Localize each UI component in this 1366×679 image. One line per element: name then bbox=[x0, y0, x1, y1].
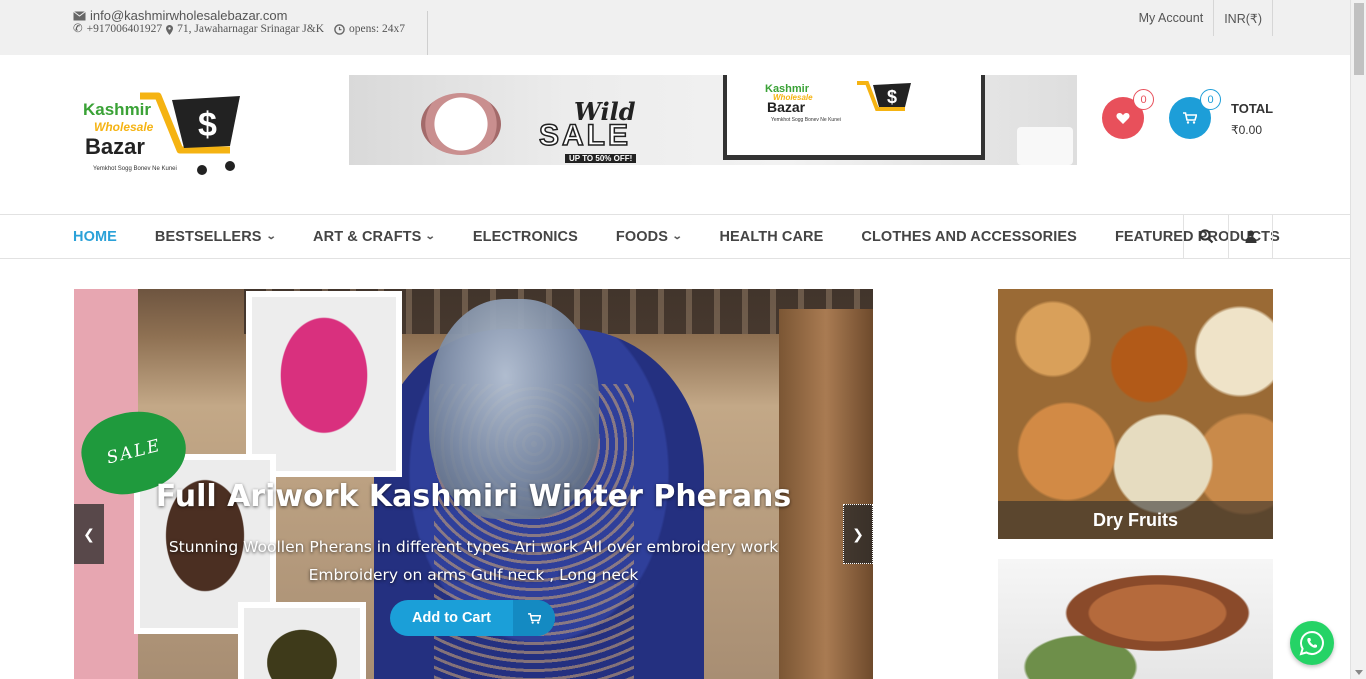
address-text: 71, Jawaharnagar Srinagar J&K bbox=[177, 23, 325, 35]
alarm-clock-image bbox=[421, 93, 501, 155]
cart-total-amount: ₹0.00 bbox=[1231, 123, 1262, 137]
nav-item-label: HEALTH CARE bbox=[719, 228, 824, 245]
nav-item-clothes-accessories[interactable]: CLOTHES AND ACCESSORIES bbox=[861, 229, 1077, 245]
whatsapp-icon bbox=[1299, 630, 1324, 656]
email-text[interactable]: info@kashmirwholesalebazar.com bbox=[90, 9, 287, 22]
nav-item-label: CLOTHES AND ACCESSORIES bbox=[861, 228, 1077, 245]
cart-count-badge: 0 bbox=[1200, 89, 1221, 110]
banner-headline2: SALE bbox=[538, 118, 632, 153]
shopping-cart-icon bbox=[1183, 112, 1197, 124]
search-icon bbox=[1198, 229, 1213, 244]
svg-text:$: $ bbox=[887, 87, 897, 107]
logo-tagline: Yemkhot Sogg Bonev Ne Kunei bbox=[93, 166, 177, 172]
wishlist-count-badge: 0 bbox=[1133, 89, 1154, 110]
phone-icon: ✆ bbox=[73, 23, 83, 35]
product-photo-pink-pheran bbox=[246, 291, 402, 477]
cart-total-label: TOTAL bbox=[1231, 101, 1274, 116]
nav-item-electronics[interactable]: ELECTRONICS bbox=[473, 229, 578, 245]
nav-item-label: BESTSELLERS bbox=[154, 228, 262, 245]
nav-item-label: FOODS bbox=[615, 228, 668, 245]
user-icon bbox=[1245, 230, 1256, 243]
banner-logo-tagline: Yemkhot Sogg Bonev Ne Kunei bbox=[771, 117, 841, 123]
nav-item-foods[interactable]: FOODS ⌄ bbox=[615, 228, 683, 245]
category-tile-copperware[interactable] bbox=[998, 559, 1273, 679]
hours-text: opens: 24x7 bbox=[349, 23, 405, 35]
cup-image bbox=[1017, 127, 1073, 165]
shopping-cart-icon bbox=[527, 612, 541, 624]
promo-banner[interactable]: Wild SALE UP TO 50% OFF! Kashmir Wholesa… bbox=[349, 75, 1077, 165]
slider-next-button[interactable]: ❯ bbox=[843, 504, 873, 564]
category-tile-label: Dry Fruits bbox=[998, 501, 1273, 539]
nav-item-health-care[interactable]: HEALTH CARE bbox=[719, 229, 823, 245]
scrollbar-thumb[interactable] bbox=[1354, 3, 1364, 75]
cart-icon-segment bbox=[513, 600, 555, 636]
slide-title: Full Ariwork Kashmiri Winter Pherans bbox=[155, 479, 792, 514]
clock-icon bbox=[334, 24, 345, 35]
topbar-divider bbox=[427, 11, 428, 55]
sale-badge-text: SALE bbox=[104, 435, 164, 469]
logo-line2: Wholesale bbox=[94, 120, 154, 134]
add-to-cart-label: Add to Cart bbox=[412, 610, 491, 626]
product-photo-olive-pheran bbox=[238, 602, 366, 679]
contact-row: ✆ +917006401927 71, Jawaharnagar Srinaga… bbox=[73, 23, 405, 36]
heart-icon bbox=[1116, 112, 1130, 124]
main-nav: HOME BESTSELLERS ⌄ ART & CRAFTS ⌄ ELECTRON… bbox=[0, 214, 1350, 259]
cart-button[interactable]: 0 bbox=[1169, 89, 1221, 139]
logo-line1: Kashmir bbox=[83, 100, 152, 119]
banner-logo-cart-icon: $ bbox=[857, 81, 911, 111]
search-button[interactable] bbox=[1183, 215, 1228, 258]
chevron-down-icon: ⌄ bbox=[671, 231, 683, 242]
category-tile-dry-fruits[interactable]: Dry Fruits bbox=[998, 289, 1273, 539]
chevron-right-icon: ❯ bbox=[852, 525, 864, 542]
contact-info: info@kashmirwholesalebazar.com ✆ +917006… bbox=[73, 9, 405, 36]
nav-item-label: ELECTRONICS bbox=[472, 228, 578, 245]
chevron-left-icon: ❮ bbox=[83, 525, 95, 542]
slide-subtitle: Stunning Woollen Pherans in different ty… bbox=[74, 533, 873, 589]
chevron-down-icon: ⌄ bbox=[265, 231, 277, 242]
nav-item-label: HOME bbox=[73, 228, 117, 245]
hero-slider[interactable]: SALE Full Ariwork Kashmiri Winter Pheran… bbox=[74, 289, 873, 679]
envelope-icon bbox=[73, 10, 86, 20]
logo-line3: Bazar bbox=[85, 134, 145, 159]
slide-subtitle-line1: Stunning Woollen Pherans in different ty… bbox=[168, 538, 779, 556]
phone-text[interactable]: +917006401927 bbox=[87, 23, 163, 36]
nav-items: HOME BESTSELLERS ⌄ ART & CRAFTS ⌄ ELECTRON… bbox=[73, 215, 1318, 258]
slide-subtitle-line2: Embroidery on arms Gulf neck , Long neck bbox=[308, 566, 639, 584]
nav-item-bestsellers[interactable]: BESTSELLERS ⌄ bbox=[154, 228, 277, 245]
whatsapp-chat-button[interactable] bbox=[1290, 621, 1334, 665]
currency-selector[interactable]: INR(₹) bbox=[1213, 0, 1273, 36]
wishlist-button[interactable]: 0 bbox=[1102, 89, 1154, 139]
topbar-links: My Account INR(₹) bbox=[1129, 0, 1273, 36]
nav-item-art-crafts[interactable]: ART & CRAFTS ⌄ bbox=[313, 228, 437, 245]
svg-text:$: $ bbox=[198, 106, 217, 144]
site-logo[interactable]: $ Kashmir Wholesale Bazar Yemkhot Sogg B… bbox=[80, 90, 245, 178]
nav-item-home[interactable]: HOME bbox=[73, 229, 117, 245]
email-row: info@kashmirwholesalebazar.com bbox=[73, 9, 405, 22]
map-marker-icon bbox=[166, 24, 174, 35]
vertical-scrollbar[interactable] bbox=[1350, 0, 1366, 679]
nav-item-label: ART & CRAFTS bbox=[313, 228, 422, 245]
laptop-image: Kashmir Wholesale Bazar Yemkhot Sogg Bon… bbox=[723, 75, 985, 160]
slider-prev-button[interactable]: ❮ bbox=[74, 504, 104, 564]
chevron-down-icon: ⌄ bbox=[425, 231, 437, 242]
add-to-cart-button[interactable]: Add to Cart bbox=[390, 600, 555, 636]
user-account-button[interactable] bbox=[1228, 215, 1273, 258]
banner-logo-line3: Bazar bbox=[767, 99, 806, 115]
scroll-down-arrow-icon[interactable] bbox=[1355, 670, 1363, 675]
my-account-link[interactable]: My Account bbox=[1129, 0, 1214, 36]
top-bar: info@kashmirwholesalebazar.com ✆ +917006… bbox=[0, 0, 1350, 55]
banner-subline: UP TO 50% OFF! bbox=[565, 154, 637, 163]
